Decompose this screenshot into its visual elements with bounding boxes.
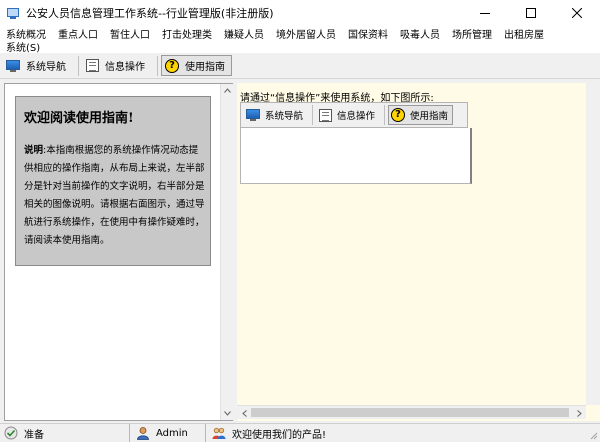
toolbar-info-button[interactable]: 信息操作 bbox=[82, 55, 152, 76]
guide-desc-text: :本指南根据您的系统操作情况动态提供相应的操作指南，从布局上来说，左半部分是针对… bbox=[24, 145, 205, 246]
scroll-left-arrow-icon[interactable] bbox=[237, 406, 251, 420]
status-message: 欢迎使用我们的产品! bbox=[232, 429, 327, 441]
minimize-icon bbox=[480, 12, 490, 14]
status-user-segment: Admin bbox=[130, 423, 206, 442]
preview-info-label: 信息操作 bbox=[337, 111, 376, 122]
menu-system[interactable]: 系统(S) bbox=[0, 39, 46, 54]
toolbar-nav-button[interactable]: 系统导航 bbox=[2, 55, 73, 76]
status-state-segment: 准备 bbox=[0, 423, 130, 442]
menu-temporary-residents[interactable]: 暂住人口 bbox=[104, 26, 156, 41]
preview-content-area bbox=[240, 128, 472, 184]
preview-nav-label: 系统导航 bbox=[265, 111, 304, 122]
horizontal-scroll-thumb[interactable] bbox=[251, 408, 569, 417]
people-icon bbox=[212, 427, 226, 439]
menu-crackdown[interactable]: 打击处理类 bbox=[156, 26, 218, 41]
menu-venue-management[interactable]: 场所管理 bbox=[446, 26, 498, 41]
guide-box: 欢迎阅读使用指南! 说明:本指南根据您的系统操作情况动态提供相应的操作指南，从布… bbox=[15, 96, 211, 266]
status-state: 准备 bbox=[24, 429, 44, 441]
monitor-icon bbox=[246, 109, 260, 121]
close-button[interactable] bbox=[554, 0, 600, 25]
title-bar: 公安人员信息管理工作系统--行业管理版(非注册版) bbox=[0, 0, 600, 25]
menu-key-population[interactable]: 重点人口 bbox=[52, 26, 104, 41]
menu-rental-housing[interactable]: 出租房屋 bbox=[498, 26, 550, 41]
maximize-icon bbox=[526, 7, 536, 18]
preview-info-button: 信息操作 bbox=[316, 105, 380, 125]
menu-bar: 系统概况 重点人口 暂住人口 打击处理类 嫌疑人员 境外居留人员 国保资料 吸毒… bbox=[0, 25, 600, 54]
scroll-right-arrow-icon[interactable] bbox=[572, 406, 586, 420]
status-user: Admin bbox=[156, 427, 188, 439]
menu-drug-users[interactable]: 吸毒人员 bbox=[394, 26, 446, 41]
info-icon bbox=[319, 108, 333, 122]
monitor-icon bbox=[6, 59, 20, 72]
close-icon bbox=[572, 7, 582, 18]
toolbar-info-label: 信息操作 bbox=[105, 62, 145, 73]
preview-toolbar: 系统导航 信息操作 ? 使用指南 bbox=[240, 102, 468, 128]
guide-title: 欢迎阅读使用指南! bbox=[24, 111, 134, 126]
preview-separator bbox=[384, 105, 386, 125]
guide-text-panel: 欢迎阅读使用指南! 说明:本指南根据您的系统操作情况动态提供相应的操作指南，从布… bbox=[4, 83, 233, 421]
main-toolbar: 系统导航 信息操作 ? 使用指南 bbox=[0, 53, 600, 79]
scroll-down-arrow-icon[interactable] bbox=[221, 407, 234, 420]
preview-guide-label: 使用指南 bbox=[410, 111, 449, 122]
guide-image-panel: 请通过“信息操作”来使用系统，如下图所示: 系统导航 信息操作 ? 使用指南 bbox=[237, 83, 600, 421]
window-title: 公安人员信息管理工作系统--行业管理版(非注册版) bbox=[26, 6, 274, 20]
guide-desc-label: 说明 bbox=[24, 145, 44, 156]
guide-description: 说明:本指南根据您的系统操作情况动态提供相应的操作指南，从布局上来说，左半部分是… bbox=[24, 142, 206, 250]
help-icon: ? bbox=[165, 58, 179, 73]
right-horizontal-scrollbar[interactable] bbox=[237, 405, 586, 419]
app-monitor-icon bbox=[6, 6, 20, 20]
preview-nav-button: 系统导航 bbox=[243, 105, 308, 125]
maximize-button[interactable] bbox=[508, 0, 554, 25]
preview-separator bbox=[312, 105, 314, 125]
toolbar-guide-label: 使用指南 bbox=[185, 62, 225, 73]
status-message-segment: 欢迎使用我们的产品! bbox=[206, 424, 596, 442]
resize-grip-icon[interactable] bbox=[588, 430, 598, 440]
toolbar-separator bbox=[78, 55, 79, 76]
toolbar-guide-button[interactable]: ? 使用指南 bbox=[161, 55, 232, 76]
ready-check-icon bbox=[4, 426, 18, 440]
menu-national-security[interactable]: 国保资料 bbox=[342, 26, 394, 41]
toolbar-nav-label: 系统导航 bbox=[26, 62, 66, 73]
status-bar: 准备 Admin 欢迎使用我们的产品! bbox=[0, 423, 600, 442]
preview-guide-button: ? 使用指南 bbox=[388, 105, 454, 125]
user-icon bbox=[137, 427, 149, 440]
help-icon: ? bbox=[391, 108, 406, 122]
info-icon bbox=[86, 59, 99, 72]
toolbar-separator bbox=[157, 55, 158, 76]
minimize-button[interactable] bbox=[462, 0, 508, 25]
right-vertical-scrollbar[interactable] bbox=[586, 83, 600, 405]
left-vertical-scrollbar[interactable] bbox=[220, 84, 233, 420]
menu-foreign-residents[interactable]: 境外居留人员 bbox=[270, 26, 342, 41]
scroll-up-arrow-icon[interactable] bbox=[221, 84, 234, 97]
menu-suspects[interactable]: 嫌疑人员 bbox=[218, 26, 270, 41]
